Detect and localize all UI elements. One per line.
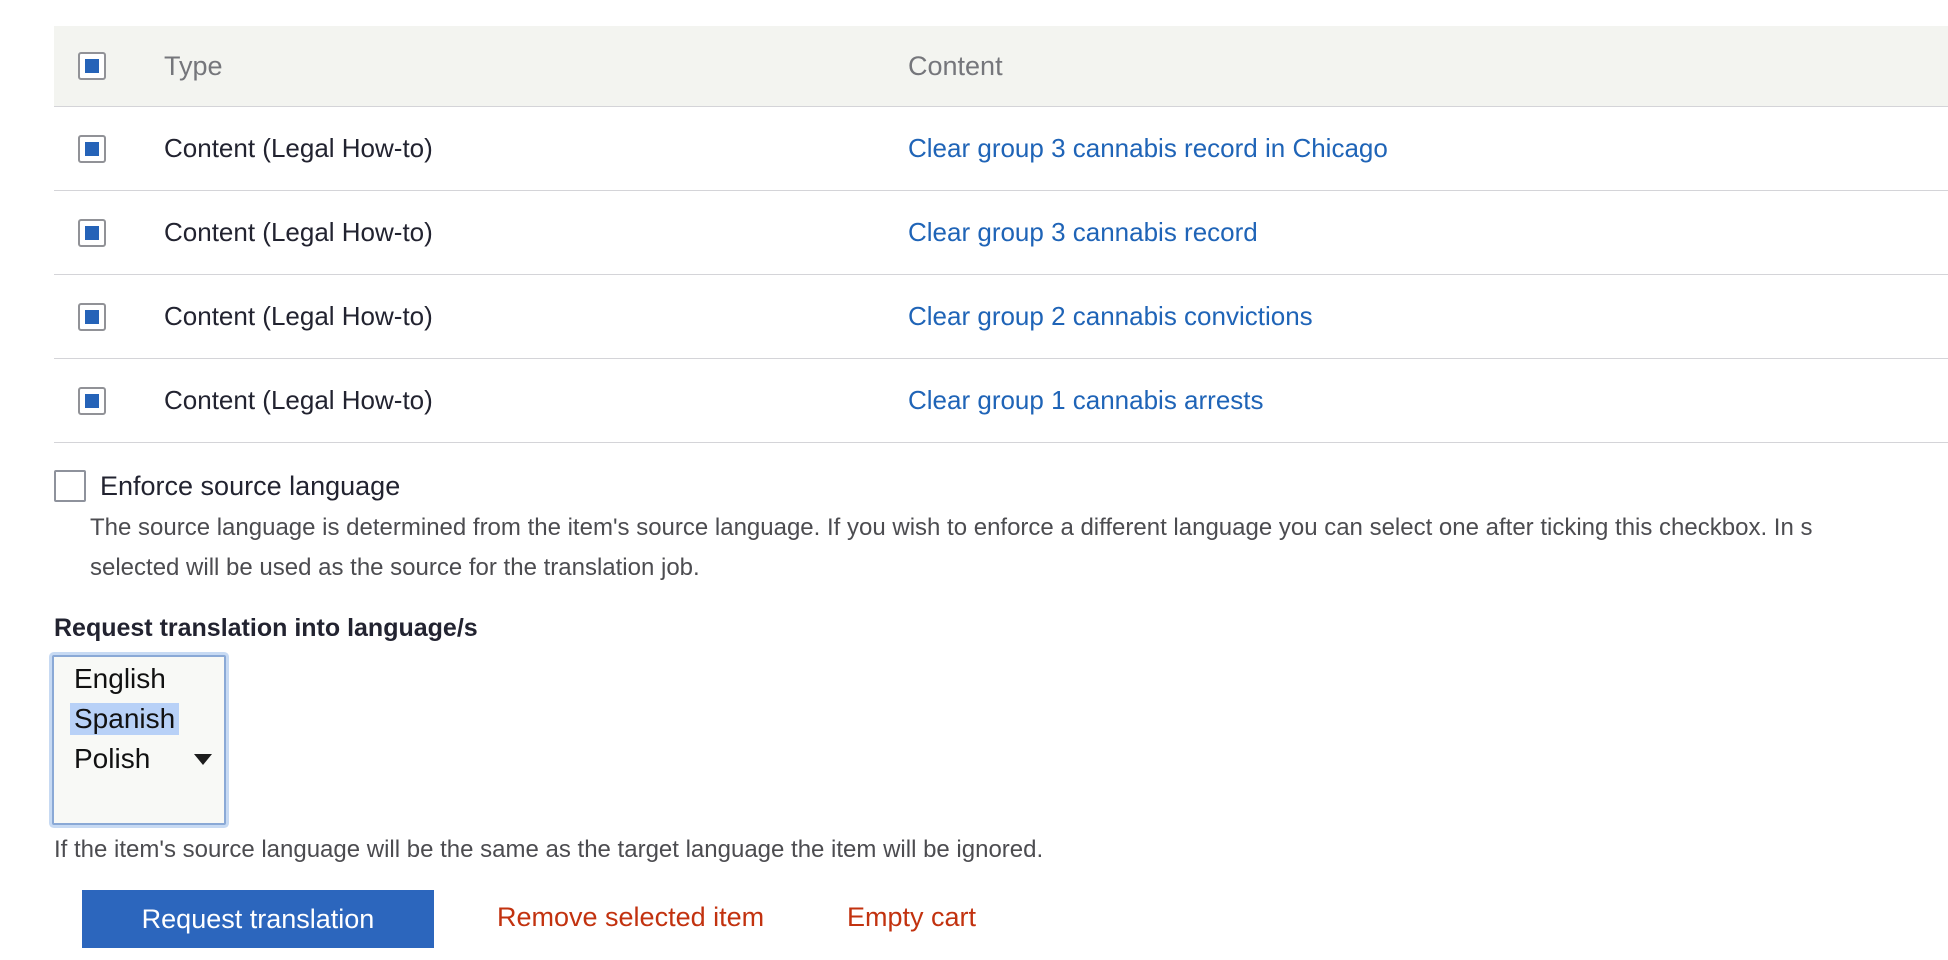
request-translation-button[interactable]: Request translation	[82, 890, 434, 948]
target-language-select[interactable]: English Spanish Polish	[52, 655, 226, 825]
remove-selected-item-link[interactable]: Remove selected item	[497, 902, 764, 933]
description-line-1: The source language is determined from t…	[90, 514, 1813, 541]
row-checkbox[interactable]	[78, 302, 106, 331]
empty-cart-link[interactable]: Empty cart	[847, 902, 976, 933]
enforce-source-label[interactable]: Enforce source language	[100, 471, 400, 502]
row-content-cell: Clear group 3 cannabis record	[908, 217, 1948, 248]
header-check-cell	[54, 52, 164, 80]
content-link[interactable]: Clear group 3 cannabis record	[908, 217, 1258, 247]
row-content-cell: Clear group 2 cannabis convictions	[908, 301, 1948, 332]
content-link[interactable]: Clear group 2 cannabis convictions	[908, 301, 1313, 331]
column-header-content[interactable]: Content	[908, 51, 1948, 82]
description-line-2: selected will be used as the source for …	[90, 554, 700, 581]
language-option[interactable]: English	[70, 663, 170, 695]
row-type: Content (Legal How-to)	[164, 133, 433, 163]
enforce-source-checkbox[interactable]	[54, 470, 86, 502]
content-link[interactable]: Clear group 3 cannabis record in Chicago	[908, 133, 1388, 163]
row-checkbox[interactable]	[78, 386, 106, 415]
language-option-selected[interactable]: Spanish	[70, 703, 180, 735]
language-option[interactable]: Polish	[70, 743, 154, 775]
select-all-checkbox[interactable]	[78, 52, 106, 80]
target-language-label: Request translation into language/s	[54, 614, 478, 642]
target-language-hint: If the item's source language will be th…	[54, 836, 1044, 863]
column-header-type[interactable]: Type	[164, 51, 908, 82]
row-content-cell: Clear group 3 cannabis record in Chicago	[908, 133, 1948, 164]
enforce-source-description: The source language is determined from t…	[90, 508, 1948, 588]
row-check-cell	[54, 134, 164, 163]
row-type: Content (Legal How-to)	[164, 217, 433, 247]
table-row: Content (Legal How-to) Clear group 1 can…	[54, 359, 1948, 443]
row-check-cell	[54, 386, 164, 415]
table-row: Content (Legal How-to) Clear group 3 can…	[54, 107, 1948, 191]
table-header: Type Content	[54, 26, 1948, 107]
table-row: Content (Legal How-to) Clear group 2 can…	[54, 275, 1948, 359]
row-type: Content (Legal How-to)	[164, 385, 433, 415]
table-row: Content (Legal How-to) Clear group 3 can…	[54, 191, 1948, 275]
row-check-cell	[54, 302, 164, 331]
row-checkbox[interactable]	[78, 218, 106, 247]
row-checkbox[interactable]	[78, 134, 106, 163]
cart-items-table: Type Content Content (Legal How-to) Clea…	[54, 26, 1948, 443]
row-content-cell: Clear group 1 cannabis arrests	[908, 385, 1948, 416]
enforce-source-language: Enforce source language	[54, 470, 400, 502]
dropdown-arrow-icon[interactable]	[194, 754, 212, 765]
row-check-cell	[54, 218, 164, 247]
row-type: Content (Legal How-to)	[164, 301, 433, 331]
content-link[interactable]: Clear group 1 cannabis arrests	[908, 385, 1264, 415]
